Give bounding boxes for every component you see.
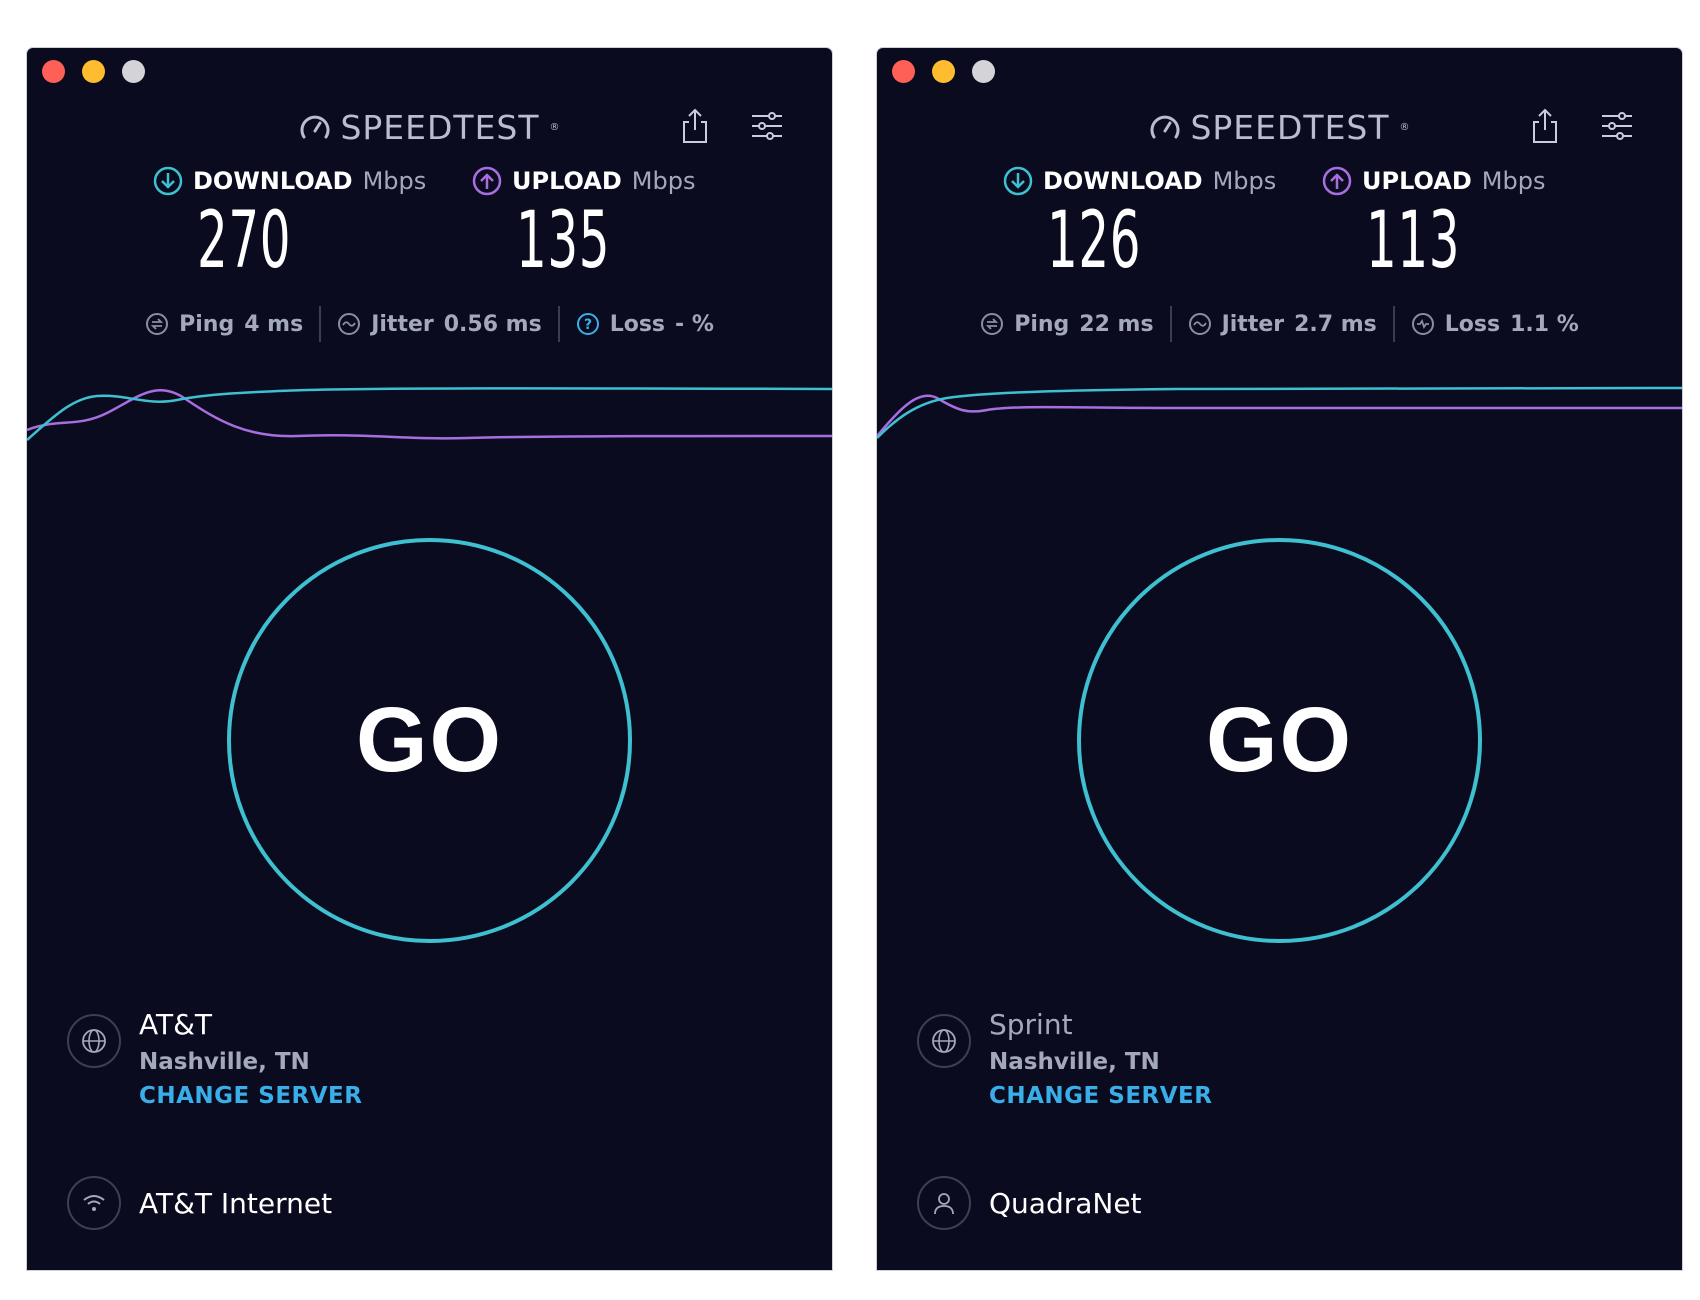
brand-name: SPEEDTEST [340,108,540,147]
download-metric: DOWNLOAD Mbps 126 [1003,166,1276,286]
upload-arrow-icon [472,166,502,196]
jitter-label: Jitter [1221,311,1285,337]
server-name: AT&T [139,1008,213,1041]
upload-value: 135 [516,196,611,286]
isp-info: AT&T Internet [67,1176,332,1230]
go-button[interactable]: GO [227,538,632,943]
settings-button[interactable] [747,106,787,146]
close-window-button[interactable] [42,60,65,83]
speedometer-icon [301,115,330,138]
share-button[interactable] [675,106,715,146]
server-info: AT&T Nashville, TN CHANGE SERVER [67,1008,362,1109]
trademark-symbol: ® [1399,122,1411,133]
ping-label: Ping [179,311,235,337]
loss-value: - % [675,311,714,337]
zoom-window-button[interactable] [122,60,145,83]
download-arrow-icon [1003,166,1033,196]
upload-label: UPLOAD [512,167,622,195]
ping-label: Ping [1014,311,1070,337]
upload-metric: UPLOAD Mbps 135 [472,166,695,286]
loss-stat[interactable]: ? Loss - % [560,312,730,337]
loss-icon [1411,313,1434,335]
share-icon [683,108,707,143]
upload-graph-line [877,394,1682,437]
globe-icon [67,1014,121,1068]
speedtest-window-right: SPEEDTEST ® DOWNLOAD Mbps 126 UPLOAD Mbp… [877,48,1682,1270]
ping-value: 22 ms [1079,311,1154,337]
user-icon [917,1176,971,1230]
go-label: GO [1205,689,1354,791]
download-graph-line [877,386,1682,439]
question-circle-icon: ? [576,313,599,335]
download-value: 126 [1047,196,1142,286]
ping-stat: Ping 22 ms [964,312,1169,337]
download-unit: Mbps [362,167,427,195]
download-metric: DOWNLOAD Mbps 270 [153,166,426,286]
upload-label: UPLOAD [1362,167,1472,195]
ping-stat: Ping 4 ms [129,312,319,337]
loss-value: 1.1 % [1510,311,1579,337]
minimize-window-button[interactable] [82,60,105,83]
share-icon [1533,108,1557,143]
server-name: Sprint [989,1008,1073,1041]
speedometer-icon [1151,115,1180,138]
ping-icon [981,313,1004,335]
upload-arrow-icon [1322,166,1352,196]
minimize-window-button[interactable] [932,60,955,83]
jitter-icon [338,313,361,335]
window-controls [892,60,995,83]
upload-graph-line [27,389,832,440]
upload-value: 113 [1366,196,1461,286]
window-controls [42,60,145,83]
latency-stats: Ping 22 ms Jitter 2.7 ms Loss 1.1 % [877,306,1682,342]
svg-text:?: ? [584,317,592,333]
upload-unit: Mbps [631,167,696,195]
settings-button[interactable] [1597,106,1637,146]
jitter-value: 0.56 ms [443,311,542,337]
jitter-icon [1188,313,1211,335]
jitter-label: Jitter [371,311,434,337]
download-value: 270 [197,196,292,286]
server-location: Nashville, TN [139,1049,310,1075]
loss-label: Loss [1444,311,1501,337]
brand-name: SPEEDTEST [1190,108,1390,147]
latency-stats: Ping 4 ms Jitter 0.56 ms ? Loss - % [27,306,832,342]
download-graph-line [27,387,832,441]
speed-graph [877,386,1682,439]
loss-stat: Loss 1.1 % [1395,312,1595,337]
change-server-button[interactable]: CHANGE SERVER [989,1083,1212,1109]
ping-value: 4 ms [244,311,304,337]
close-window-button[interactable] [892,60,915,83]
isp-name: AT&T Internet [139,1186,333,1220]
loss-label: Loss [609,311,666,337]
download-unit: Mbps [1212,167,1277,195]
trademark-symbol: ® [549,122,561,133]
speedtest-window-left: SPEEDTEST ® DOWNLOAD Mbps 270 UPLOAD Mbp… [27,48,832,1270]
jitter-stat: Jitter 0.56 ms [321,312,558,337]
change-server-button[interactable]: CHANGE SERVER [139,1083,362,1109]
isp-info: QuadraNet [917,1176,1142,1230]
globe-icon [917,1014,971,1068]
isp-name: QuadraNet [989,1186,1142,1220]
jitter-stat: Jitter 2.7 ms [1172,312,1393,337]
download-arrow-icon [153,166,183,196]
upload-metric: UPLOAD Mbps 113 [1322,166,1545,286]
speed-graph [27,387,832,441]
share-button[interactable] [1525,106,1565,146]
go-button[interactable]: GO [1077,538,1482,943]
sliders-icon [1602,112,1632,140]
sliders-icon [752,112,782,140]
go-label: GO [355,689,504,791]
download-label: DOWNLOAD [193,167,353,195]
jitter-value: 2.7 ms [1294,311,1377,337]
server-info: Sprint Nashville, TN CHANGE SERVER [917,1008,1212,1109]
wifi-icon [67,1176,121,1230]
zoom-window-button[interactable] [972,60,995,83]
upload-unit: Mbps [1481,167,1546,195]
server-location: Nashville, TN [989,1049,1160,1075]
download-label: DOWNLOAD [1043,167,1203,195]
ping-icon [146,313,169,335]
